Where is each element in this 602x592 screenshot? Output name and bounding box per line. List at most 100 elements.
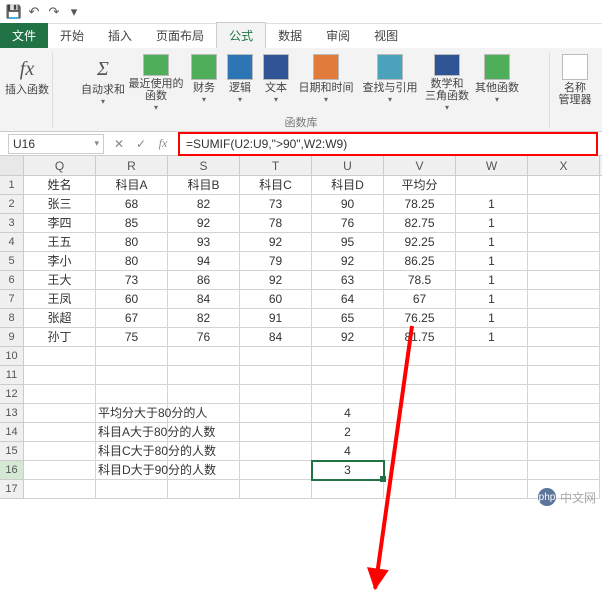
confirm-formula-button[interactable]: ✓ xyxy=(130,137,152,151)
cell[interactable]: 1 xyxy=(456,214,528,233)
column-header[interactable]: X xyxy=(528,156,600,175)
cell[interactable] xyxy=(456,461,528,480)
cell[interactable]: 80 xyxy=(96,233,168,252)
cell[interactable] xyxy=(168,442,240,461)
cell[interactable]: 1 xyxy=(456,195,528,214)
insert-function-button[interactable]: fx 插入函数 xyxy=(4,52,50,112)
cell[interactable] xyxy=(384,461,456,480)
cell[interactable]: 76 xyxy=(168,328,240,347)
cell[interactable]: 1 xyxy=(456,252,528,271)
cell[interactable] xyxy=(96,366,168,385)
cell[interactable] xyxy=(312,385,384,404)
cell[interactable]: 1 xyxy=(456,309,528,328)
cell[interactable] xyxy=(24,404,96,423)
cell[interactable] xyxy=(528,233,600,252)
row-header[interactable]: 2 xyxy=(0,195,24,214)
tab-data[interactable]: 数据 xyxy=(266,23,314,48)
row-header[interactable]: 4 xyxy=(0,233,24,252)
row-header[interactable]: 11 xyxy=(0,366,24,385)
cell[interactable] xyxy=(384,480,456,499)
cell[interactable] xyxy=(24,366,96,385)
cell[interactable] xyxy=(384,385,456,404)
cell[interactable] xyxy=(528,214,600,233)
cell[interactable]: 78 xyxy=(240,214,312,233)
cell[interactable]: 科目A xyxy=(96,176,168,195)
row-header[interactable]: 7 xyxy=(0,290,24,309)
cell[interactable] xyxy=(24,480,96,499)
row-header[interactable]: 13 xyxy=(0,404,24,423)
row-header[interactable]: 8 xyxy=(0,309,24,328)
row-header[interactable]: 6 xyxy=(0,271,24,290)
more-functions-button[interactable]: 其他函数 ▾ xyxy=(472,52,522,112)
column-header[interactable]: S xyxy=(168,156,240,175)
cell[interactable]: 79 xyxy=(240,252,312,271)
column-header[interactable]: W xyxy=(456,156,528,175)
cell[interactable]: 姓名 xyxy=(24,176,96,195)
cell[interactable]: 王五 xyxy=(24,233,96,252)
cell[interactable] xyxy=(168,347,240,366)
cell[interactable] xyxy=(240,347,312,366)
cell[interactable]: 82 xyxy=(168,195,240,214)
cell[interactable] xyxy=(456,347,528,366)
cell[interactable] xyxy=(528,423,600,442)
cell[interactable] xyxy=(456,423,528,442)
row-header[interactable]: 14 xyxy=(0,423,24,442)
cell[interactable] xyxy=(168,461,240,480)
cell[interactable] xyxy=(456,366,528,385)
cell[interactable]: 92 xyxy=(240,271,312,290)
cell[interactable]: 93 xyxy=(168,233,240,252)
cell[interactable]: 76.25 xyxy=(384,309,456,328)
name-manager-button[interactable]: 名称 管理器 xyxy=(552,52,598,112)
cell[interactable] xyxy=(528,404,600,423)
cell[interactable]: 科目C xyxy=(240,176,312,195)
cell[interactable]: 81.75 xyxy=(384,328,456,347)
cell[interactable] xyxy=(528,176,600,195)
row-header[interactable]: 12 xyxy=(0,385,24,404)
cell[interactable] xyxy=(168,385,240,404)
cell[interactable]: 82.75 xyxy=(384,214,456,233)
cell[interactable]: 4 xyxy=(312,442,384,461)
row-header[interactable]: 10 xyxy=(0,347,24,366)
cell[interactable]: 92 xyxy=(312,328,384,347)
cell[interactable] xyxy=(528,385,600,404)
cell[interactable]: 75 xyxy=(96,328,168,347)
cell[interactable]: 86 xyxy=(168,271,240,290)
cell[interactable]: 1 xyxy=(456,233,528,252)
cell[interactable]: 平均分 xyxy=(384,176,456,195)
cancel-formula-button[interactable]: ✕ xyxy=(108,137,130,151)
cell[interactable] xyxy=(168,366,240,385)
qat-more-icon[interactable]: ▾ xyxy=(64,2,84,22)
row-header[interactable]: 16 xyxy=(0,461,24,480)
tab-formulas[interactable]: 公式 xyxy=(216,22,266,48)
cell[interactable]: 王大 xyxy=(24,271,96,290)
cell[interactable]: 68 xyxy=(96,195,168,214)
cell[interactable] xyxy=(168,480,240,499)
column-header[interactable]: R xyxy=(96,156,168,175)
column-header[interactable]: V xyxy=(384,156,456,175)
tab-home[interactable]: 开始 xyxy=(48,23,96,48)
cell[interactable]: 3 xyxy=(312,461,384,480)
cell[interactable]: 91 xyxy=(240,309,312,328)
recent-functions-button[interactable]: 最近使用的 函数 ▾ xyxy=(126,52,186,112)
cell[interactable]: 80 xyxy=(96,252,168,271)
cell[interactable]: 科目B xyxy=(168,176,240,195)
cell[interactable]: 65 xyxy=(312,309,384,328)
cell[interactable]: 科目A大于80分的人数 xyxy=(96,423,168,442)
row-header[interactable]: 1 xyxy=(0,176,24,195)
row-header[interactable]: 17 xyxy=(0,480,24,499)
cell[interactable]: 63 xyxy=(312,271,384,290)
cell[interactable] xyxy=(240,385,312,404)
cell[interactable]: 1 xyxy=(456,328,528,347)
cell[interactable]: 94 xyxy=(168,252,240,271)
cell[interactable] xyxy=(456,404,528,423)
financial-button[interactable]: 财务 ▾ xyxy=(186,52,222,112)
cell[interactable] xyxy=(24,461,96,480)
cell[interactable]: 73 xyxy=(240,195,312,214)
select-all-corner[interactable] xyxy=(0,156,24,175)
cell[interactable] xyxy=(528,347,600,366)
datetime-button[interactable]: 日期和时间 ▾ xyxy=(294,52,358,112)
cell[interactable]: 科目D xyxy=(312,176,384,195)
cell[interactable] xyxy=(384,404,456,423)
save-icon[interactable]: 💾 xyxy=(4,2,24,22)
cell[interactable]: 95 xyxy=(312,233,384,252)
